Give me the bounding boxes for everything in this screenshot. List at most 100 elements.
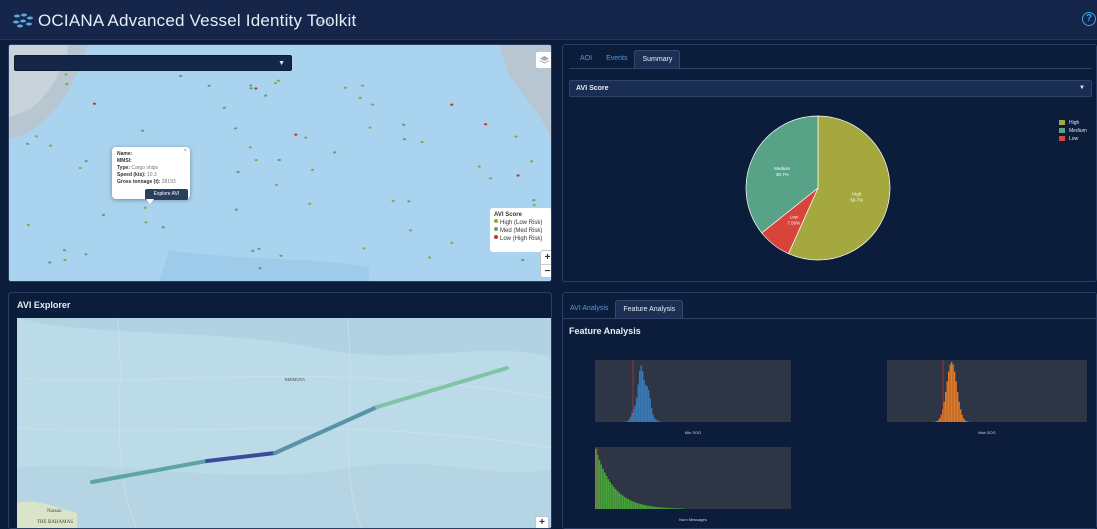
vessel-marker[interactable]: [516, 174, 520, 177]
vessel-marker[interactable]: [251, 249, 255, 252]
close-icon[interactable]: ×: [183, 148, 187, 155]
vessel-marker[interactable]: [279, 254, 283, 257]
vessel-marker[interactable]: [161, 226, 165, 229]
vessel-marker[interactable]: [343, 86, 347, 89]
histogram-bar: [659, 507, 662, 509]
track-map[interactable]: BERMUDA Nassau THE BAHAMAS +: [17, 318, 552, 529]
vessel-marker[interactable]: [78, 166, 82, 170]
vessel-marker[interactable]: [248, 146, 252, 149]
layers-button[interactable]: [535, 51, 551, 69]
vessel-filter-dropdown[interactable]: ▼: [14, 55, 292, 71]
vessel-marker[interactable]: [477, 165, 481, 168]
vessel-marker[interactable]: [358, 96, 362, 99]
vessel-marker[interactable]: [257, 247, 261, 250]
vessel-marker[interactable]: [514, 135, 518, 138]
vessel-marker[interactable]: [420, 141, 424, 144]
vessel-marker[interactable]: [26, 223, 30, 227]
vessel-marker[interactable]: [249, 84, 253, 87]
tab-events[interactable]: Events: [599, 50, 634, 68]
pie-legend-medium[interactable]: Medium: [1059, 127, 1087, 135]
vessel-marker[interactable]: [64, 73, 68, 76]
vessel-marker[interactable]: [49, 144, 53, 147]
vessel-marker[interactable]: [391, 199, 395, 203]
histogram-bar: [668, 508, 671, 509]
track-map-canvas[interactable]: BERMUDA Nassau THE BAHAMAS: [17, 318, 552, 529]
vessel-marker[interactable]: [402, 138, 407, 141]
feature-analysis-panel: AVI Analysis Feature Analysis Feature An…: [562, 292, 1097, 529]
vessel-marker[interactable]: [234, 127, 238, 130]
vessel-map-panel[interactable]: ▼ × Name: MMSI: Type: Cargo ships Speed …: [8, 44, 552, 282]
histogram-bar: [643, 380, 645, 422]
histogram-bar: [951, 362, 953, 422]
vessel-marker[interactable]: [368, 126, 372, 129]
explorer-zoom-in-button[interactable]: +: [535, 516, 549, 528]
vessel-marker[interactable]: [236, 170, 240, 174]
vessel-marker[interactable]: [361, 84, 365, 87]
pie-legend-low[interactable]: Low: [1059, 135, 1087, 143]
vessel-marker[interactable]: [450, 241, 454, 244]
histogram-bar: [622, 495, 624, 509]
vessel-marker[interactable]: [371, 103, 375, 106]
vessel-marker[interactable]: [530, 160, 534, 163]
tab-aoi[interactable]: AOI: [573, 50, 599, 68]
vessel-marker[interactable]: [407, 200, 411, 203]
vessel-marker[interactable]: [48, 261, 52, 264]
vessel-map[interactable]: [9, 45, 552, 282]
vessel-marker[interactable]: [141, 129, 145, 132]
vessel-marker[interactable]: [409, 229, 413, 232]
vessel-marker[interactable]: [532, 204, 536, 207]
zoom-in-button[interactable]: +: [541, 251, 551, 264]
vessel-marker[interactable]: [332, 151, 337, 154]
vessel-marker[interactable]: [532, 199, 536, 202]
vessel-marker[interactable]: [92, 102, 96, 105]
vessel-marker[interactable]: [308, 202, 312, 205]
tab-summary[interactable]: Summary: [634, 50, 681, 68]
help-icon[interactable]: ?: [1082, 12, 1096, 26]
tab-avi-analysis[interactable]: AVI Analysis: [563, 300, 615, 318]
histogram-xlabel: Max SOG: [978, 430, 996, 435]
vessel-marker[interactable]: [304, 136, 308, 139]
vessel-marker[interactable]: [254, 159, 258, 162]
vessel-marker[interactable]: [179, 74, 183, 78]
vessel-marker[interactable]: [101, 213, 106, 216]
zoom-out-button[interactable]: −: [541, 264, 551, 277]
vessel-marker[interactable]: [402, 123, 406, 126]
popup-speed-label: Speed (kts):: [117, 172, 146, 178]
vessel-marker[interactable]: [521, 258, 525, 262]
vessel-marker[interactable]: [234, 208, 238, 211]
summary-panel: AOI Events Summary AVI Score ▼ High 56.7%…: [562, 44, 1097, 282]
vessel-marker[interactable]: [26, 142, 30, 145]
vessel-marker[interactable]: [277, 158, 281, 162]
vessel-marker[interactable]: [276, 79, 280, 82]
vessel-marker[interactable]: [484, 123, 488, 126]
vessel-marker[interactable]: [34, 135, 38, 138]
metric-select[interactable]: AVI Score ▼: [569, 80, 1092, 97]
vessel-marker[interactable]: [84, 160, 88, 163]
vessel-marker[interactable]: [84, 253, 88, 256]
vessel-marker[interactable]: [427, 256, 432, 259]
vessel-marker[interactable]: [65, 82, 69, 86]
histogram-bar: [940, 414, 942, 422]
vessel-marker[interactable]: [311, 168, 315, 171]
vessel-marker[interactable]: [222, 106, 226, 109]
vessel-marker[interactable]: [450, 103, 454, 106]
vessel-marker[interactable]: [264, 94, 268, 97]
vessel-marker[interactable]: [249, 87, 253, 90]
tab-feature-analysis[interactable]: Feature Analysis: [615, 300, 684, 318]
histogram-bar: [677, 508, 680, 509]
vessel-marker[interactable]: [275, 183, 279, 187]
vessel-marker[interactable]: [254, 87, 258, 90]
histogram-bar: [656, 507, 658, 509]
histogram-bar: [613, 486, 615, 509]
vessel-marker[interactable]: [362, 247, 366, 250]
vessel-marker[interactable]: [144, 221, 148, 224]
vessel-marker[interactable]: [489, 177, 493, 180]
vessel-marker[interactable]: [273, 82, 278, 85]
pie-legend-high[interactable]: High: [1059, 119, 1087, 127]
vessel-marker[interactable]: [294, 133, 298, 136]
vessel-marker[interactable]: [143, 206, 147, 209]
vessel-marker[interactable]: [62, 249, 67, 252]
vessel-marker[interactable]: [63, 258, 67, 261]
vessel-marker[interactable]: [258, 267, 262, 270]
vessel-marker[interactable]: [207, 84, 211, 87]
